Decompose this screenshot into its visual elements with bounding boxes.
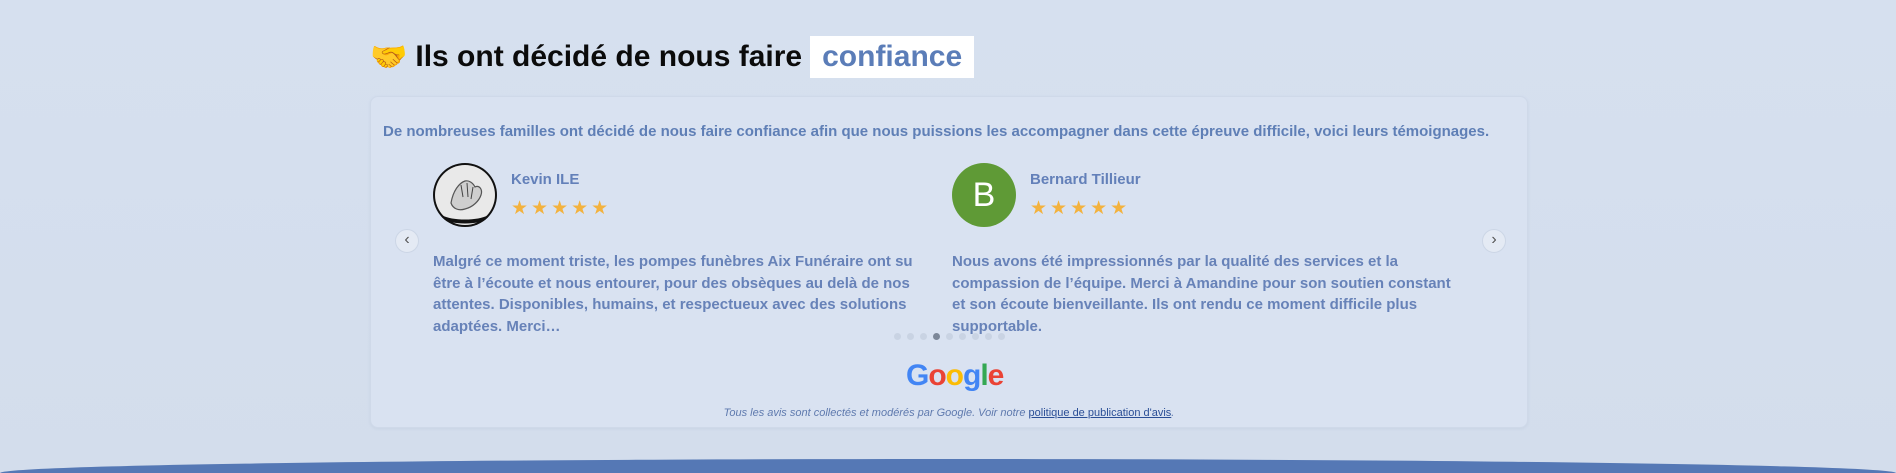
avatar <box>433 163 497 227</box>
section-title-text: Ils ont décidé de nous faire <box>415 40 803 73</box>
pagination-dot[interactable] <box>920 333 927 340</box>
reviewer-name: Kevin ILE <box>511 171 580 188</box>
pagination-dot[interactable] <box>946 333 953 340</box>
google-logo: Google <box>906 359 1004 392</box>
review-text: Nous avons été impressionnés par la qual… <box>952 253 1451 335</box>
pagination-dot[interactable] <box>933 333 940 340</box>
avatar: B <box>952 163 1016 227</box>
footer-text: Tous les avis sont collectés et modérés … <box>723 407 1029 419</box>
star-rating: ★★★★★ <box>1030 198 1131 219</box>
carousel-next-button[interactable]: › <box>1482 229 1506 253</box>
section-title-highlight: confiance <box>810 36 975 78</box>
section-title: 🤝 Ils ont décidé de nous faire confiance <box>370 34 975 80</box>
reviews-intro: De nombreuses familles ont décidé de nou… <box>383 123 1490 140</box>
pagination-dot[interactable] <box>998 333 1005 340</box>
reviews-footer: Tous les avis sont collectés et modérés … <box>723 407 1175 419</box>
reviews-card: De nombreuses familles ont décidé de nou… <box>370 96 1528 428</box>
star-rating: ★★★★★ <box>511 198 612 219</box>
carousel-pagination <box>894 333 1005 340</box>
reviewer-name: Bernard Tillieur <box>1030 171 1141 188</box>
bottom-wave-divider <box>0 459 1896 473</box>
review-policy-link[interactable]: politique de publication d'avis <box>1029 407 1172 419</box>
pagination-dot[interactable] <box>907 333 914 340</box>
handshake-icon: 🤝 <box>370 40 408 74</box>
pagination-dot[interactable] <box>959 333 966 340</box>
carousel-prev-button[interactable]: ‹ <box>395 229 419 253</box>
pagination-dot[interactable] <box>985 333 992 340</box>
pagination-dot[interactable] <box>894 333 901 340</box>
pagination-dot[interactable] <box>972 333 979 340</box>
review-text: Malgré ce moment triste, les pompes funè… <box>433 253 913 335</box>
hand-sketch-image <box>435 165 495 225</box>
